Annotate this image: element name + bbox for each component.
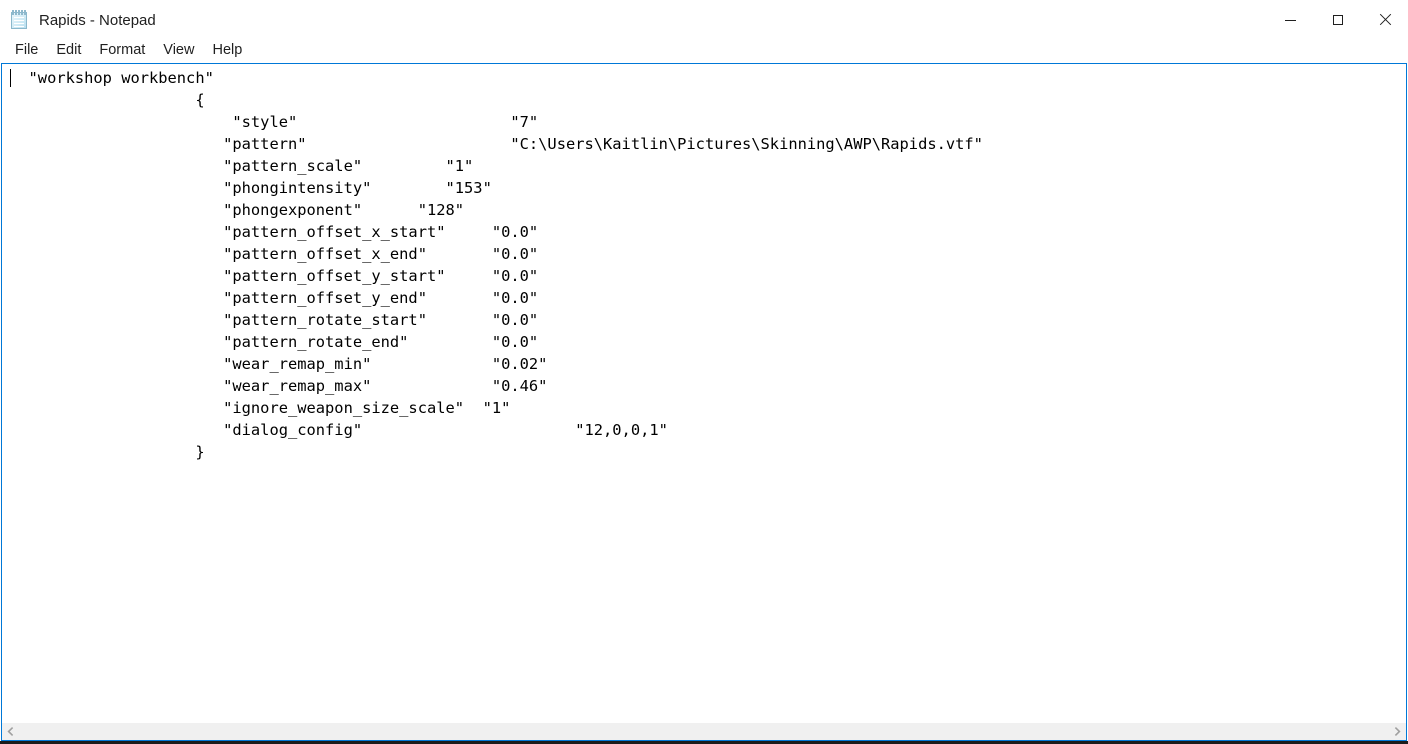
close-button[interactable] <box>1361 0 1408 40</box>
editor-frame: "workshop workbench" { "style" "7" "patt… <box>1 63 1407 741</box>
notepad-window: Rapids - Notepad File Edit Format View H… <box>0 0 1408 744</box>
close-icon <box>1379 14 1391 26</box>
menu-item-format[interactable]: Format <box>90 42 154 60</box>
horizontal-scrollbar[interactable] <box>2 723 1406 740</box>
scroll-right-button[interactable] <box>1389 723 1406 740</box>
maximize-button[interactable] <box>1314 0 1361 40</box>
minimize-icon <box>1285 19 1296 21</box>
menu-item-view[interactable]: View <box>154 42 203 60</box>
menu-item-help[interactable]: Help <box>203 42 251 60</box>
editor-content[interactable]: "workshop workbench" { "style" "7" "patt… <box>2 67 1406 463</box>
text-editor[interactable]: "workshop workbench" { "style" "7" "patt… <box>2 64 1406 723</box>
chevron-left-icon <box>7 727 14 736</box>
notepad-icon <box>10 10 30 30</box>
maximize-icon <box>1332 15 1343 25</box>
scroll-track[interactable] <box>19 723 1389 740</box>
title-bar-left: Rapids - Notepad <box>0 0 156 40</box>
menu-item-edit[interactable]: Edit <box>47 42 90 60</box>
menu-bar: File Edit Format View Help <box>0 40 1408 62</box>
title-bar: Rapids - Notepad <box>0 0 1408 40</box>
menu-item-file[interactable]: File <box>6 42 47 60</box>
chevron-right-icon <box>1394 727 1401 736</box>
scroll-left-button[interactable] <box>2 723 19 740</box>
window-controls <box>1267 0 1408 40</box>
minimize-button[interactable] <box>1267 0 1314 40</box>
window-title: Rapids - Notepad <box>39 11 156 29</box>
